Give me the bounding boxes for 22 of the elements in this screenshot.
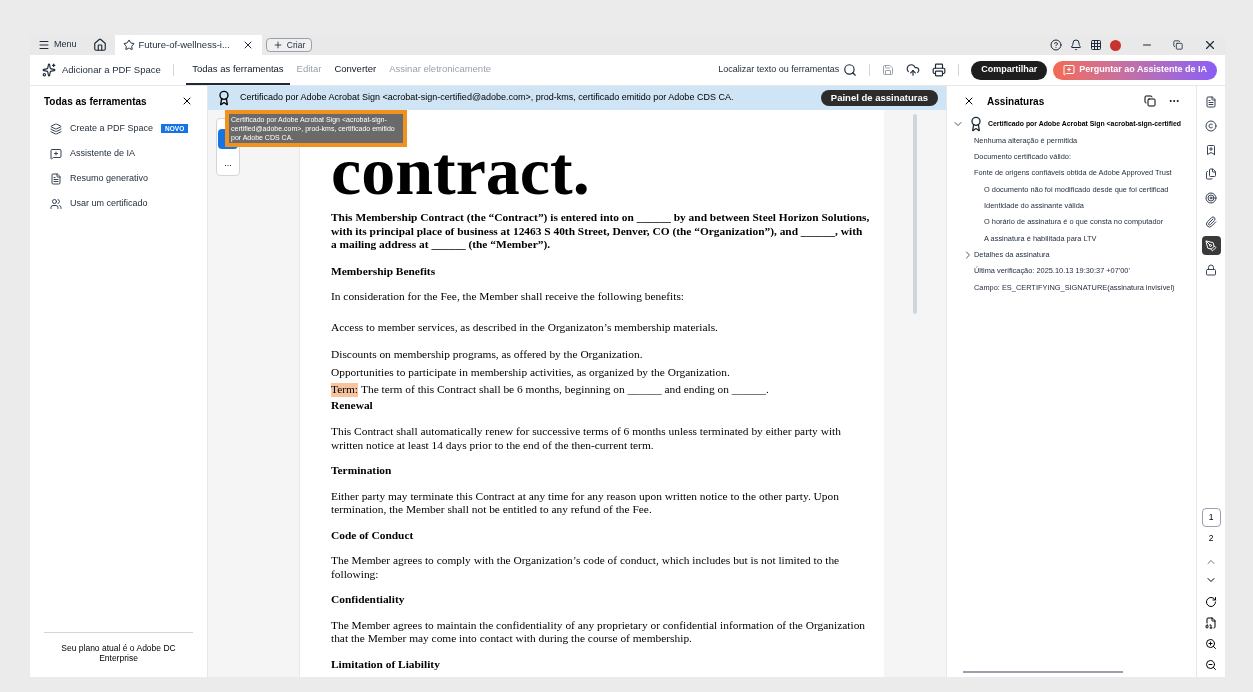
- document-title: contract.: [331, 144, 590, 198]
- section-heading: Renewal: [331, 398, 374, 412]
- highlighted-text: Term:: [331, 383, 359, 397]
- panel-title: Assinaturas: [987, 94, 1045, 109]
- document-paragraph: Discounts on membership programs, as offered by the Organization.: [331, 348, 644, 362]
- panel-title: Todas as ferramentas: [44, 94, 147, 109]
- document-paragraph: In consideration for the Fee, the Member shall receive the following benefits:: [331, 290, 685, 304]
- document-paragraph: The Member agrees to maintain the confidentiality of any proprietary or confidential information of the Organization that the Member may come into contact with during the course of membership.: [331, 618, 867, 646]
- document-paragraph: This Contract shall automatically renew for successive terms of 6 months unless terminated by either party with written notice at least 14 days prior to the end of the then-current term.: [331, 425, 842, 452]
- section-heading: Code of Conduct: [331, 528, 415, 542]
- document-paragraph: The term of this Contract shall be 6 months, beginning on ______ and ending on ______.: [361, 383, 769, 397]
- banner-text: Certificado por Adobe Acrobat Sign <acrobat-sign-certified@adobe.com>, prod-kms, certificado emitido por Adobe CDS CA.: [240, 91, 734, 105]
- document-paragraph: Either party may terminate this Contract at any time for any reason upon written notice to the other party. Upon termination, the Member shall not be entitled to any refund of the Fee.: [331, 489, 840, 517]
- document-paragraph: Opportunities to participate in membership activities, as organized by the Organization.: [331, 365, 730, 379]
- document-paragraph: Access to member services, as described in the Organizaton’s membership materials.: [331, 320, 719, 334]
- plan-text: Seu plano atual é o Adobe DC Enterprise: [60, 643, 177, 663]
- section-heading: Limitation of Liability: [331, 657, 441, 671]
- section-heading: Membership Benefits: [331, 264, 437, 278]
- section-heading: Confidentiality: [331, 593, 406, 607]
- document-paragraph: This Membership Contract (the “Contract”) is entered into on ______ by and between Steel Horizon Solutions, with its principal place of business at 12463 S 40th Street, Denver, CO (the “Organization”), and ______, with a mailing address at ______ (the “Member”).: [331, 211, 870, 252]
- section-heading: Termination: [331, 464, 393, 478]
- document-paragraph: The Member agrees to comply with the Organization’s code of conduct, which includes but is not limited to the following:: [331, 554, 841, 581]
